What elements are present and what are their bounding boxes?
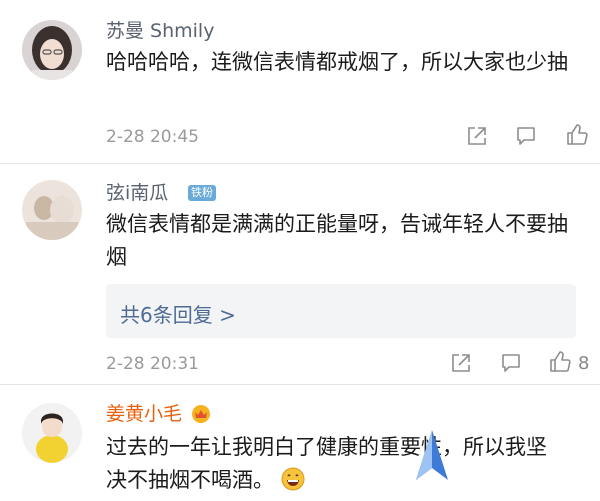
comment-2: 弦i南瓜 铁粉 微信表情都是满满的正能量呀，告诫年轻人不要抽烟 共6条回复 > … (0, 164, 600, 380)
comment-text-line-1: 过去的一年让我明白了健康的重要性，所以我坚 (106, 435, 547, 459)
avatar[interactable] (22, 180, 82, 240)
username[interactable]: 苏曼 Shmily (106, 22, 214, 41)
like-icon[interactable] (548, 350, 572, 378)
replies-box[interactable]: 共6条回复 > (106, 284, 576, 338)
avatar[interactable] (22, 403, 82, 463)
comment-text-line-2: 决不抽烟不喝酒。 (106, 464, 586, 497)
watermark-logo-icon (416, 430, 448, 480)
crown-badge-icon (190, 403, 212, 423)
fan-badge: 铁粉 (188, 185, 216, 201)
user-photo-icon (22, 180, 82, 240)
comment-icon[interactable] (500, 352, 522, 378)
replies-link[interactable]: 共6条回复 > (120, 299, 236, 328)
user-photo-icon (22, 403, 82, 463)
comment-icon[interactable] (515, 125, 537, 151)
like-icon[interactable] (565, 123, 589, 151)
user-photo-icon (22, 20, 82, 80)
comment-text: 哈哈哈哈，连微信表情都戒烟了，所以大家也少抽 (106, 50, 568, 74)
comment-3: 姜黄小毛 过去的一年让我明白了健康的重要性，所以我坚 决不抽烟不喝酒。 (0, 385, 600, 501)
username[interactable]: 姜黄小毛 (106, 405, 182, 424)
grin-emoji-icon (281, 467, 305, 491)
comment-text-line-2-content: 决不抽烟不喝酒。 (106, 468, 274, 492)
share-icon[interactable] (466, 125, 488, 151)
username[interactable]: 弦i南瓜 (106, 184, 168, 203)
comment-1: 苏曼 Shmily 哈哈哈哈，连微信表情都戒烟了，所以大家也少抽 2-28 20… (0, 0, 600, 177)
timestamp: 2-28 20:31 (106, 354, 199, 374)
share-icon[interactable] (450, 352, 472, 378)
comment-text: 微信表情都是满满的正能量呀，告诫年轻人不要抽烟 (106, 212, 568, 269)
timestamp: 2-28 20:45 (106, 127, 199, 147)
avatar[interactable] (22, 20, 82, 80)
like-count: 8 (578, 353, 590, 374)
